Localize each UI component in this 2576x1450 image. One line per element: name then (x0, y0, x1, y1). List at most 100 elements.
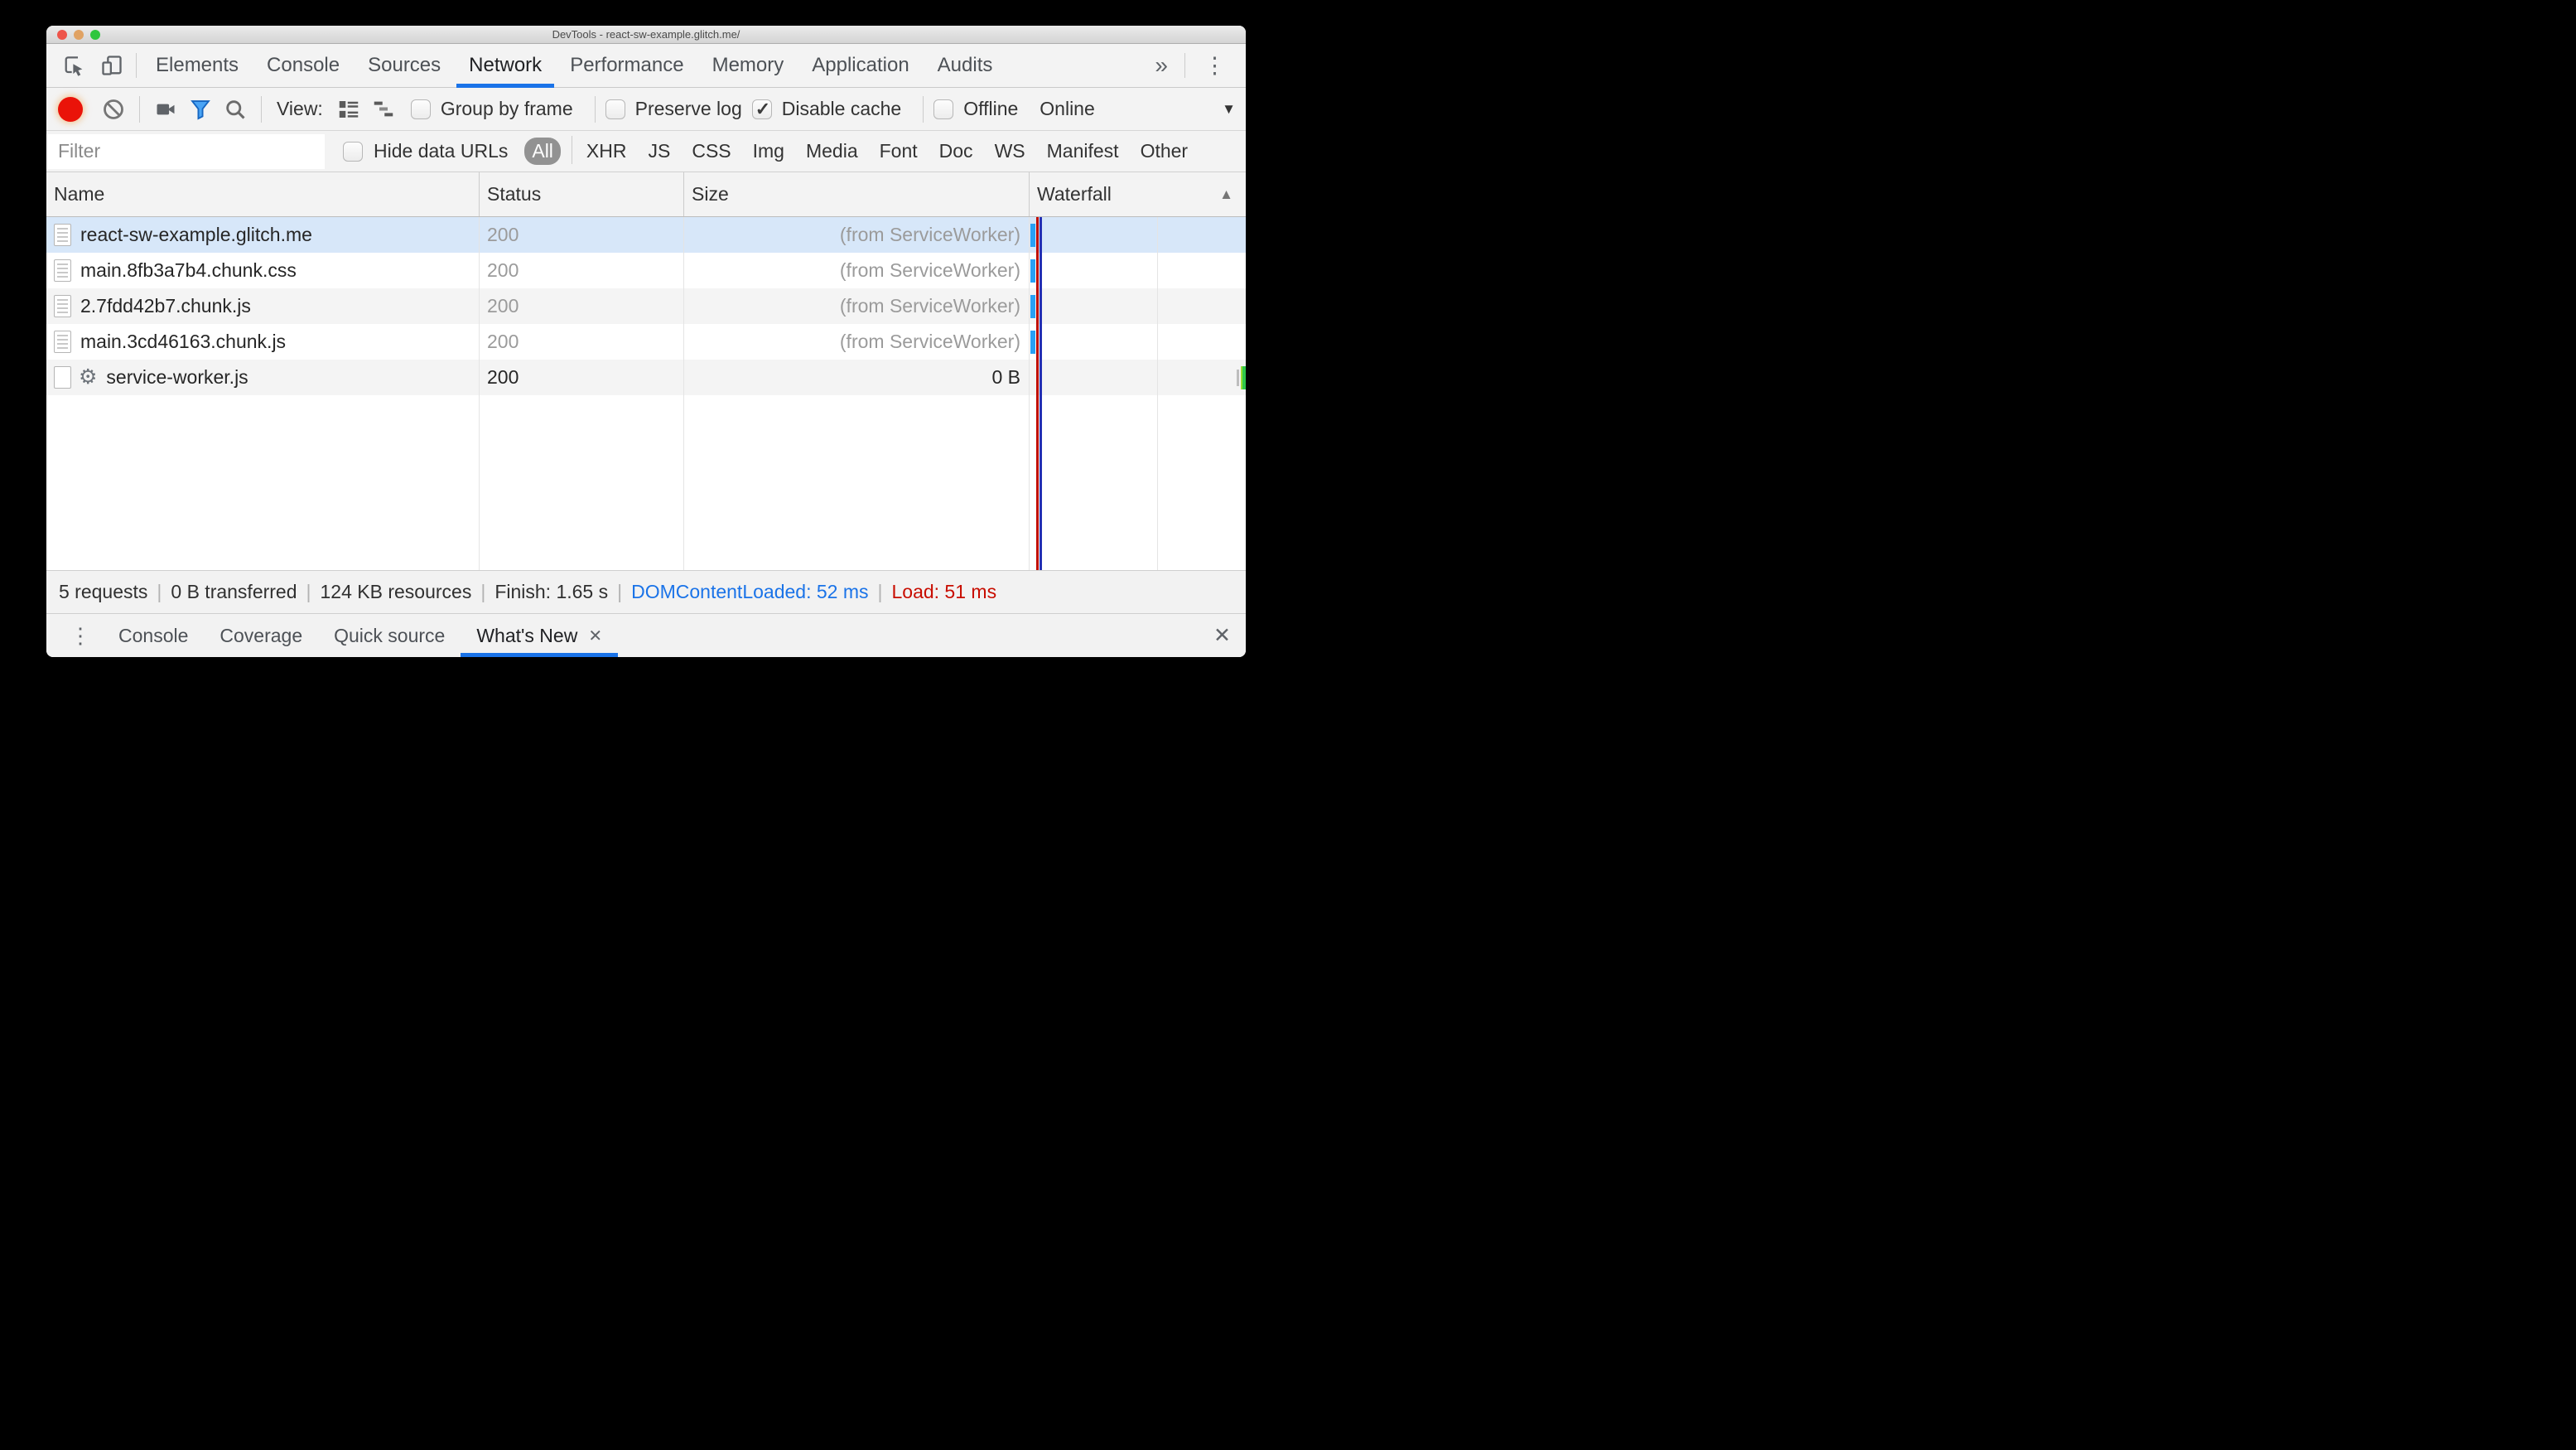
summary-segment: | (306, 581, 311, 602)
chevrons-right-icon: » (1155, 52, 1168, 78)
panel-tab[interactable]: Network (455, 44, 556, 88)
checkbox-label: Disable cache (781, 98, 902, 119)
checkbox[interactable] (751, 99, 772, 120)
request-status-cell: 200 (487, 366, 519, 388)
request-status-cell: 200 (487, 295, 519, 317)
close-tab-icon[interactable]: ✕ (588, 626, 602, 646)
table-row[interactable]: main.3cd46163.chunk.js 200 (from Service… (46, 324, 1246, 360)
column-header-status[interactable]: Status (480, 172, 684, 216)
request-name: main.3cd46163.chunk.js (80, 331, 287, 352)
request-type-filter[interactable]: Other (1133, 138, 1196, 165)
checkbox[interactable] (933, 99, 954, 119)
request-type-filter[interactable]: CSS (684, 138, 738, 165)
filter-input[interactable] (46, 133, 325, 169)
request-type-filter[interactable]: Img (745, 138, 792, 165)
document-icon (54, 295, 71, 317)
toolbar-checkbox[interactable]: Preserve log (605, 98, 742, 120)
clear-button[interactable] (96, 93, 131, 126)
devtools-window: DevTools - react-sw-example.glitch.me/ E… (46, 26, 1246, 657)
request-type-filter[interactable]: All (524, 136, 572, 165)
panel-tab[interactable]: Memory (698, 44, 798, 87)
list-view-icon (336, 97, 361, 122)
divider (261, 95, 262, 123)
capture-screenshots-button[interactable] (148, 93, 183, 126)
table-row[interactable]: ⚙ service-worker.js 200 0 B (46, 360, 1246, 395)
panel-tab[interactable]: Console (253, 44, 354, 87)
view-label: View: (277, 98, 323, 119)
inspect-cursor-icon (63, 55, 85, 77)
panel-tab-label: Audits (937, 54, 993, 76)
request-type-filter[interactable]: Font (872, 138, 925, 165)
request-name-cell: 2.7fdd42b7.chunk.js (46, 288, 480, 324)
search-button[interactable] (218, 93, 253, 126)
drawer-menu-button[interactable]: ⋮ (58, 614, 103, 657)
requests-table-header: Name Status Size Waterfall ▲ (46, 172, 1246, 217)
column-header-waterfall[interactable]: Waterfall ▲ (1030, 172, 1246, 216)
divider (139, 95, 140, 123)
request-type-filter[interactable]: Doc (932, 138, 981, 165)
panel-tab[interactable]: Performance (556, 44, 697, 87)
requests-table-body: react-sw-example.glitch.me 200 (from Ser… (46, 217, 1246, 570)
kebab-menu-icon: ⋮ (70, 622, 91, 648)
hide-data-urls-control[interactable]: Hide data URLs (343, 140, 508, 162)
toolbar-checkbox[interactable]: Offline (933, 98, 1018, 120)
hide-data-urls-checkbox[interactable] (343, 141, 363, 162)
inspect-element-button[interactable] (55, 44, 93, 87)
request-type-filters: All XHR JS CSS Img Media Font Doc WS Man… (521, 136, 1199, 165)
column-header-name[interactable]: Name (46, 172, 480, 216)
overview-toggle[interactable] (366, 93, 401, 126)
waterfall-bar-green (1241, 365, 1246, 389)
request-name: 2.7fdd42b7.chunk.js (80, 295, 251, 317)
traffic-lights (57, 30, 100, 40)
request-type-filter[interactable]: Manifest (1040, 138, 1126, 165)
throttling-dropdown-button[interactable]: ▼ (1222, 101, 1236, 118)
request-type-filter[interactable]: Media (798, 138, 866, 165)
waterfall-tick (1237, 369, 1239, 386)
window-title: DevTools - react-sw-example.glitch.me/ (552, 28, 740, 41)
waterfall-cell (1030, 360, 1246, 395)
panel-tab[interactable]: Audits (924, 44, 1007, 87)
drawer-tab-label: What's New (476, 624, 578, 646)
table-row[interactable]: main.8fb3a7b4.chunk.css 200 (from Servic… (46, 253, 1246, 288)
chevron-down-icon: ▼ (1222, 100, 1236, 117)
request-type-filter[interactable]: JS (640, 138, 678, 165)
panel-tab[interactable]: Application (798, 44, 923, 87)
hide-data-urls-label: Hide data URLs (374, 140, 509, 162)
request-name: main.8fb3a7b4.chunk.css (80, 259, 297, 281)
checkbox[interactable] (410, 99, 431, 119)
drawer-tab[interactable]: Coverage (204, 614, 318, 657)
toolbar-checkbox[interactable]: Group by frame (410, 96, 596, 123)
devtools-menu-button[interactable]: ⋮ (1190, 44, 1239, 87)
document-icon (54, 259, 71, 282)
large-rows-toggle[interactable] (331, 93, 366, 126)
throttling-selected-value[interactable]: Online (1040, 98, 1094, 120)
waterfall-view-icon (371, 97, 396, 122)
table-row[interactable]: 2.7fdd42b7.chunk.js 200 (from ServiceWor… (46, 288, 1246, 324)
close-window-button[interactable] (57, 30, 67, 40)
request-size-cell: (from ServiceWorker) (839, 259, 1020, 281)
minimize-window-button[interactable] (74, 30, 84, 40)
panel-tab[interactable]: Elements (142, 44, 253, 87)
zoom-window-button[interactable] (90, 30, 100, 40)
table-row[interactable]: react-sw-example.glitch.me 200 (from Ser… (46, 217, 1246, 253)
toolbar-checkbox[interactable]: Disable cache (751, 96, 924, 123)
drawer-tab-label: Console (118, 624, 189, 646)
toggle-device-toolbar-button[interactable] (93, 44, 131, 87)
summary-segment: Load: 51 ms (891, 581, 997, 602)
request-type-filter[interactable]: WS (987, 138, 1033, 165)
checkbox-label: Offline (963, 98, 1019, 119)
close-drawer-button[interactable]: ✕ (1213, 614, 1231, 657)
drawer-tab[interactable]: Quick source (318, 614, 461, 657)
checkbox[interactable] (605, 99, 625, 119)
drawer-tab[interactable]: What's New ✕ (461, 614, 618, 657)
more-tabs-button[interactable]: » (1143, 44, 1179, 87)
filter-button[interactable] (183, 93, 218, 126)
request-type-filter[interactable]: XHR (579, 138, 634, 165)
divider (1184, 53, 1185, 78)
waterfall-cell (1030, 324, 1246, 360)
request-size-cell: (from ServiceWorker) (839, 295, 1020, 317)
column-header-size[interactable]: Size (684, 172, 1030, 216)
drawer-tab[interactable]: Console (103, 614, 204, 657)
panel-tab[interactable]: Sources (354, 44, 455, 87)
record-network-log-button[interactable] (58, 96, 83, 122)
